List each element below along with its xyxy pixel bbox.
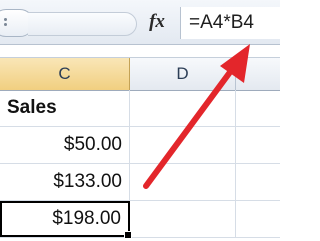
selected-cell[interactable]: $198.00 [0,201,132,239]
name-box-resize-grip[interactable] [4,18,7,21]
cell-empty[interactable] [236,201,280,237]
cell-empty[interactable] [236,127,280,163]
table-row: Sales [0,90,280,127]
formula-bar-divider[interactable] [28,12,137,36]
cell-empty[interactable] [236,164,280,200]
column-header-e[interactable] [236,58,280,90]
column-header-d[interactable]: D [130,58,236,90]
cell-empty[interactable] [130,201,236,237]
cell-empty[interactable] [130,90,236,126]
cell-empty[interactable] [130,164,236,200]
cell-sales-value[interactable]: $50.00 [0,127,130,163]
table-row: $198.00 [0,201,280,239]
column-header-row: C D [0,57,280,91]
table-row: $133.00 [0,164,280,201]
column-header-c[interactable]: C [0,58,130,90]
table-row: $50.00 [0,127,280,164]
insert-function-icon[interactable]: fx [143,10,171,34]
selected-cell-value: $198.00 [52,208,121,229]
formula-bar: fx =A4*B4 [0,0,280,45]
formula-input[interactable]: =A4*B4 [180,7,280,39]
cell-empty[interactable] [130,127,236,163]
cell-sales-value[interactable]: $133.00 [0,164,130,200]
spreadsheet-view: fx =A4*B4 C D Sales $50.00 $133.00 $198.… [0,0,280,241]
cell-empty[interactable] [236,90,280,126]
cell-sales-heading[interactable]: Sales [0,90,130,126]
cell-grid: Sales $50.00 $133.00 $198.00 [0,90,280,241]
